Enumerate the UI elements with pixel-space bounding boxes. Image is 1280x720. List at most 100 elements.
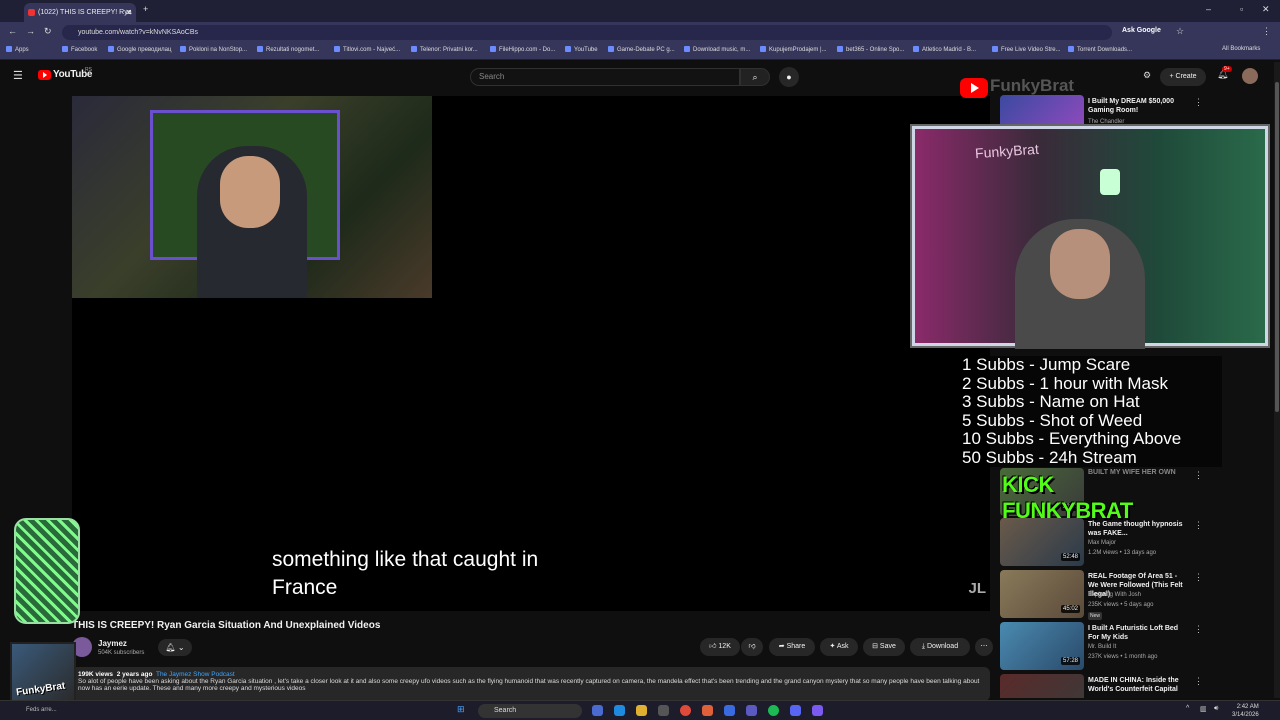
suggestion-item[interactable]: MADE IN CHINA: Inside the World's Counte… xyxy=(1000,674,1200,698)
more-actions-button[interactable]: ⋯ xyxy=(975,638,993,656)
spotify-icon[interactable] xyxy=(768,705,779,716)
file-explorer-icon[interactable] xyxy=(636,705,647,716)
video-player[interactable]: something like that caught in France JL xyxy=(72,96,990,611)
bookmark-item[interactable]: Game-Debate PC g... xyxy=(608,46,675,53)
suggestion-channel[interactable]: Exploring With Josh xyxy=(1088,592,1141,598)
back-icon[interactable]: ← xyxy=(8,26,17,36)
suggestion-title[interactable]: I Built A Futuristic Loft Bed For My Kid… xyxy=(1088,624,1188,642)
suggestion-item[interactable]: 45:02 REAL Footage Of Area 51 - We Were … xyxy=(1000,570,1203,620)
suggestion-item[interactable]: 57:28 I Built A Futuristic Loft Bed For … xyxy=(1000,622,1203,670)
search-button[interactable]: ⌕ xyxy=(740,68,770,86)
messenger-icon[interactable] xyxy=(724,705,735,716)
youtube-logo-icon[interactable] xyxy=(38,70,51,80)
network-icon[interactable]: ▥ xyxy=(1200,705,1207,713)
more-options-icon[interactable]: ⋮ xyxy=(1194,97,1203,108)
close-window-icon[interactable]: ✕ xyxy=(1262,4,1270,15)
suggestion-item[interactable]: 52:48 The Game thought hypnosis was FAKE… xyxy=(1000,518,1203,566)
ask-google-button[interactable]: Ask Google xyxy=(1122,27,1161,34)
all-bookmarks[interactable]: All Bookmarks xyxy=(1222,46,1260,52)
discord-icon[interactable] xyxy=(790,705,801,716)
bookmark-item[interactable]: Facebook xyxy=(62,46,97,53)
bookmarks-bar: Apps Facebook Google преводилац Pokloni … xyxy=(0,42,1280,60)
podcast-link[interactable]: The Jaymez Show Podcast xyxy=(156,671,235,678)
cast-icon[interactable]: ⚙ xyxy=(1143,70,1151,81)
windows-start-icon[interactable]: ⊞ xyxy=(457,704,465,715)
bookmark-item[interactable]: Apps xyxy=(6,46,29,53)
store-icon[interactable] xyxy=(658,705,669,716)
channel-name[interactable]: Jaymez xyxy=(98,639,127,648)
bookmark-item[interactable]: Free Live Video Stre... xyxy=(992,46,1061,53)
menu-dots-icon[interactable]: ⋮ xyxy=(1262,26,1271,37)
tray-news-item[interactable]: Feds arre... xyxy=(26,707,57,713)
bookmark-item[interactable]: Titlovi.com - Najveć... xyxy=(334,46,400,53)
suggestion-title[interactable]: The Game thought hypnosis was FAKE... xyxy=(1088,520,1188,538)
minimize-icon[interactable]: – xyxy=(1206,4,1211,14)
brave-icon[interactable] xyxy=(702,705,713,716)
maximize-icon[interactable]: ▫ xyxy=(1240,4,1243,14)
more-options-icon[interactable]: ⋮ xyxy=(1194,572,1203,583)
suggestion-thumbnail[interactable] xyxy=(1000,674,1084,698)
bookmark-item[interactable]: Atletico Madrid - B... xyxy=(913,46,976,53)
suggestion-title[interactable]: MADE IN CHINA: Inside the World's Counte… xyxy=(1088,676,1188,694)
forward-icon[interactable]: → xyxy=(26,26,35,36)
description-text: So alot of people have been asking about… xyxy=(78,678,980,692)
bookmark-icon: ⊟ xyxy=(872,643,878,650)
download-button[interactable]: ⤓ Download xyxy=(910,638,970,656)
new-tab-icon[interactable]: + xyxy=(143,4,148,14)
volume-icon[interactable]: 🔊︎ xyxy=(1214,705,1218,713)
suggestion-channel[interactable]: Max Major xyxy=(1088,540,1116,546)
bookmark-item[interactable]: Telenor: Privatni kor... xyxy=(411,46,478,53)
search-input[interactable]: Search xyxy=(470,68,740,86)
reload-icon[interactable]: ↻ xyxy=(44,26,52,37)
browser-tab[interactable]: (1022) THIS IS CREEPY! Rya ✕ xyxy=(24,3,136,22)
suggestion-channel[interactable]: The Chandler xyxy=(1088,119,1124,125)
app-icon[interactable] xyxy=(812,705,823,716)
taskbar-clock[interactable]: 2:42 AM 3/14/2026 xyxy=(1232,703,1259,719)
taskbar-search[interactable]: Search xyxy=(478,704,582,718)
create-button[interactable]: + Create xyxy=(1160,68,1206,86)
ask-button[interactable]: ✦ Ask xyxy=(820,638,858,656)
scrollbar-thumb[interactable] xyxy=(1275,82,1279,412)
suggestion-channel[interactable]: Mr. Build It xyxy=(1088,644,1116,650)
voice-search-button[interactable]: ● xyxy=(779,67,799,87)
caption-line-1: something like that caught in xyxy=(272,548,539,571)
bookmark-item[interactable]: YouTube xyxy=(565,46,598,53)
bookmark-item[interactable]: Google преводилац xyxy=(108,46,171,53)
windows-taskbar: Feds arre... ⊞ Search ^ ▥ 🔊︎ 2:42 AM 3/1… xyxy=(0,700,1280,720)
thumbs-up-icon: 👍︎ xyxy=(709,643,717,650)
bookmark-item[interactable]: KupujemProdajem |... xyxy=(760,46,827,53)
more-options-icon[interactable]: ⋮ xyxy=(1194,624,1203,635)
region-code: RS xyxy=(85,67,92,73)
copilot-icon[interactable] xyxy=(592,705,603,716)
bookmark-item[interactable]: Torrent Downloads... xyxy=(1068,46,1132,53)
bookmark-item[interactable]: bet365 - Online Spo... xyxy=(837,46,904,53)
bookmark-item[interactable]: FileHippo.com - Do... xyxy=(490,46,555,53)
account-avatar[interactable] xyxy=(1242,68,1258,84)
share-button[interactable]: ➦ Share xyxy=(769,638,815,656)
subtitle-caption: something like that caught in France xyxy=(272,546,632,602)
bookmark-item[interactable]: Rezultati nogomet... xyxy=(257,46,319,53)
bookmark-star-icon[interactable]: ☆ xyxy=(1176,26,1184,37)
url-field[interactable]: youtube.com/watch?v=kNvNKSAoCBs xyxy=(62,25,1112,40)
more-options-icon[interactable]: ⋮ xyxy=(1194,676,1200,687)
chrome-icon[interactable] xyxy=(680,705,691,716)
bookmark-item[interactable]: Pokloni na NonStop... xyxy=(180,46,247,53)
like-button[interactable]: 👍︎ 12K xyxy=(700,638,740,656)
view-count: 199K views xyxy=(78,671,114,678)
teams-icon[interactable] xyxy=(746,705,757,716)
close-tab-icon[interactable]: ✕ xyxy=(125,3,132,22)
subscribed-bell-button[interactable]: 🔔︎ ⌄ xyxy=(158,639,192,656)
hamburger-menu-icon[interactable]: ☰ xyxy=(13,69,23,82)
caption-line-2: France xyxy=(272,576,338,599)
more-options-icon[interactable]: ⋮ xyxy=(1194,520,1203,531)
bookmark-item[interactable]: Download music, m... xyxy=(684,46,750,53)
page-scrollbar[interactable] xyxy=(1274,62,1280,698)
more-options-icon[interactable]: ⋮ xyxy=(1194,470,1203,481)
address-bar-row: ← → ↻ youtube.com/watch?v=kNvNKSAoCBs As… xyxy=(0,22,1280,42)
suggestion-title[interactable]: I Built My DREAM $50,000 Gaming Room! xyxy=(1088,97,1188,115)
tray-chevron-icon[interactable]: ^ xyxy=(1186,705,1189,712)
edge-icon[interactable] xyxy=(614,705,625,716)
description-box[interactable]: 199K views 2 years ago The Jaymez Show P… xyxy=(72,667,990,701)
save-button[interactable]: ⊟ Save xyxy=(863,638,905,656)
dislike-button[interactable]: 👎︎ xyxy=(741,638,763,656)
